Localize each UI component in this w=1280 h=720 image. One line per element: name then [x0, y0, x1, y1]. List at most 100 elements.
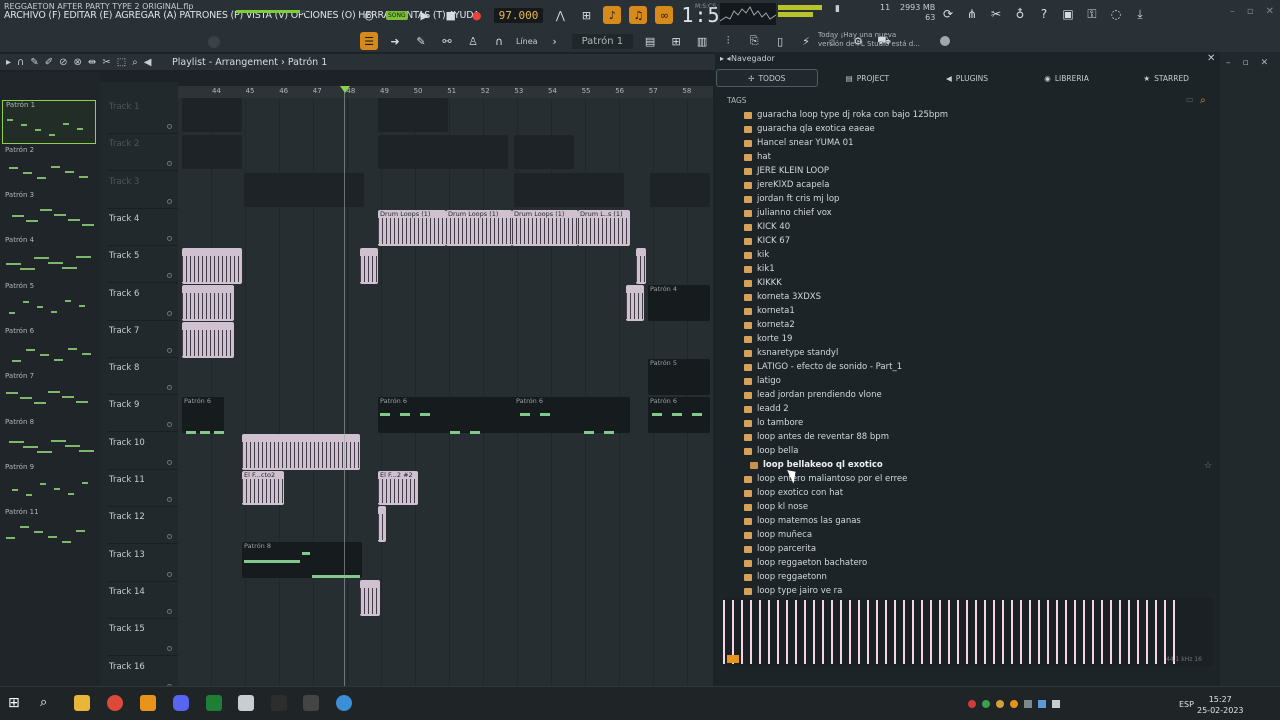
zoom-icon[interactable]: ⌕: [132, 57, 138, 68]
file-item[interactable]: guaracha loop type dj roka con bajo 125b…: [744, 108, 948, 122]
picker-pattern[interactable]: Patrón 3: [2, 191, 96, 235]
nvidia-icon[interactable]: [206, 695, 222, 711]
plugin-icon[interactable]: ⚿: [1084, 5, 1100, 23]
countdown-icon[interactable]: ♫: [629, 6, 648, 24]
file-item[interactable]: kik1: [744, 262, 775, 276]
start-icon[interactable]: ⊞: [8, 695, 24, 711]
save-icon[interactable]: ▣: [1060, 5, 1076, 23]
pattern-arrow-icon[interactable]: ›: [546, 32, 564, 50]
playlist-icon[interactable]: ☰: [360, 32, 378, 50]
tray-volume-icon[interactable]: [1052, 700, 1060, 708]
track-header[interactable]: Track 6: [108, 284, 178, 321]
file-item[interactable]: jereKlXD acapela: [744, 178, 829, 192]
mute-icon[interactable]: ⊗: [74, 57, 82, 68]
clip-audio[interactable]: [636, 248, 646, 284]
channel-rack-icon[interactable]: ▥: [693, 32, 711, 50]
clip-audio[interactable]: [360, 580, 380, 616]
track-mute-dot[interactable]: [167, 422, 172, 428]
clip-audio[interactable]: [378, 506, 386, 542]
metronome-icon[interactable]: ⋀: [551, 6, 569, 24]
track-header[interactable]: Track 10: [108, 433, 178, 470]
waveform-preview[interactable]: [723, 598, 1213, 666]
maximize-icon[interactable]: ▫: [1247, 6, 1254, 17]
file-item[interactable]: julianno chief vox: [744, 206, 832, 220]
winrar-icon[interactable]: [271, 695, 287, 711]
tempo-display[interactable]: 97.000: [493, 7, 544, 23]
tags-label[interactable]: TAGS: [727, 96, 747, 105]
close-icon[interactable]: ✕: [1266, 6, 1274, 17]
clip-audio[interactable]: [182, 248, 242, 284]
file-item[interactable]: guaracha qla exotica eaeae: [744, 122, 875, 136]
record-button[interactable]: ●: [468, 6, 486, 24]
right-minimize-icon[interactable]: –: [1226, 58, 1231, 68]
chrome-icon[interactable]: [107, 695, 123, 711]
cut-icon[interactable]: ✂: [988, 5, 1004, 23]
stamp-icon[interactable]: ♙: [464, 32, 482, 50]
file-item[interactable]: jordan ft cris mj lop: [744, 192, 839, 206]
speaker-icon[interactable]: ◀: [144, 57, 152, 68]
update-globe-icon[interactable]: [940, 36, 950, 46]
options-arrow-icon[interactable]: ▸: [6, 57, 11, 68]
file-item[interactable]: KIKKK: [744, 276, 782, 290]
fl-studio-icon[interactable]: [140, 695, 156, 711]
mixer-view-icon[interactable]: ⫶: [719, 32, 737, 50]
step-seq-icon[interactable]: ⊞: [667, 32, 685, 50]
file-item[interactable]: kik: [744, 248, 769, 262]
clip-pattern-3[interactable]: Patrón 3: [514, 173, 624, 207]
file-item[interactable]: loop antes de reventar 88 bpm: [744, 430, 889, 444]
browser-app-icon[interactable]: [336, 695, 352, 711]
file-item[interactable]: korte 19: [744, 332, 792, 346]
file-item[interactable]: lead jordan prendiendo vlone: [744, 388, 882, 402]
mixer-icon[interactable]: ⋔: [964, 5, 980, 23]
mic-icon[interactable]: ♁: [1012, 5, 1028, 23]
playlist-breadcrumb[interactable]: Patrón 1: [288, 57, 327, 68]
browser-view-icon[interactable]: ⎘: [745, 32, 763, 50]
chat-icon[interactable]: ◌: [1108, 5, 1124, 23]
refresh-icon[interactable]: ⟳: [940, 5, 956, 23]
track-mute-dot[interactable]: [167, 459, 172, 465]
song-mode-label[interactable]: SONG: [386, 10, 408, 20]
file-item[interactable]: latigo: [744, 374, 781, 388]
wait-icon[interactable]: ⊞: [577, 6, 595, 24]
track-mute-dot[interactable]: [167, 571, 172, 577]
step-edit-icon[interactable]: ♪: [603, 6, 622, 24]
discord-icon[interactable]: [173, 695, 189, 711]
track-header[interactable]: Track 5: [108, 246, 178, 284]
clip-pattern-2[interactable]: Patrón 2: [378, 135, 508, 169]
track-mute-dot[interactable]: [167, 347, 172, 353]
preview-play-icon[interactable]: [727, 655, 739, 663]
folder-add-icon[interactable]: ▭: [1186, 95, 1194, 104]
plug-icon[interactable]: ⚡: [797, 32, 815, 50]
file-item[interactable]: KICK 67: [744, 234, 790, 248]
taskbar-clock[interactable]: 15:27 25-02-2023: [1197, 694, 1244, 716]
tray-red-icon[interactable]: [968, 700, 976, 708]
track-header[interactable]: Track 3: [108, 172, 178, 209]
file-item[interactable]: loop type jairo ve ra: [744, 584, 842, 598]
track-mute-dot[interactable]: [167, 534, 172, 540]
clip-pattern-6[interactable]: Patrón 6: [514, 397, 630, 433]
picker-pattern[interactable]: Patrón 9: [2, 463, 96, 507]
tab-todos[interactable]: ✢ TODOS: [716, 69, 818, 87]
pattern-selector[interactable]: Patrón 1: [571, 33, 634, 49]
clip-drum-loops[interactable]: Drum Loops (1): [512, 210, 578, 246]
track-header[interactable]: Track 13: [108, 545, 178, 582]
clip-pattern-1[interactable]: Patrón 1: [378, 98, 448, 132]
track-header[interactable]: Track 9: [108, 395, 178, 433]
right-close-icon[interactable]: ✕: [1261, 58, 1269, 68]
clip-audio[interactable]: [182, 285, 234, 321]
track-header[interactable]: Track 11: [108, 470, 178, 507]
track-header[interactable]: Track 15: [108, 619, 178, 657]
slice-icon[interactable]: ✂: [102, 57, 110, 68]
file-item[interactable]: korneta 3XDXS: [744, 290, 821, 304]
track-mute-dot[interactable]: [167, 310, 172, 316]
clip-pattern-3[interactable]: Patrón 3: [650, 173, 710, 207]
playhead-marker-icon[interactable]: [340, 86, 350, 93]
tray-wifi-icon[interactable]: [1038, 700, 1046, 708]
play-button[interactable]: ▶: [416, 6, 434, 24]
track-header[interactable]: Track 12: [108, 507, 178, 545]
file-item[interactable]: JERE KLEIN LOOP: [744, 164, 829, 178]
track-header[interactable]: Track 8: [108, 358, 178, 396]
file-item[interactable]: loop entero maliantoso por el erree: [744, 472, 907, 486]
clip-audio[interactable]: [626, 285, 644, 321]
file-item[interactable]: loop parcerita: [744, 542, 816, 556]
